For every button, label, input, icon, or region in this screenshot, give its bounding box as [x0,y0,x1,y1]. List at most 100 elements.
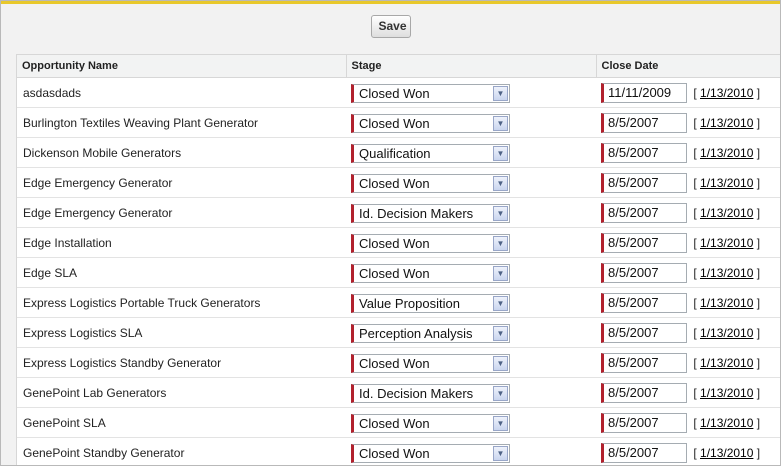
opportunity-name: asdasdads [23,85,82,100]
opportunity-name-cell: Burlington Textiles Weaving Plant Genera… [17,107,346,138]
today-date-link[interactable]: 1/13/2010 [700,326,753,340]
opportunity-name: Edge Emergency Generator [23,205,173,220]
today-date-link[interactable]: 1/13/2010 [700,446,753,460]
stage-select[interactable]: Id. Decision Makers ▼ [351,204,510,223]
stage-select[interactable]: Closed Won ▼ [351,174,510,193]
today-date-link[interactable]: 1/13/2010 [700,386,753,400]
close-date-input[interactable]: 8/5/2007 [601,382,687,403]
close-date-input[interactable]: 8/5/2007 [601,172,687,193]
close-date-cell: 8/5/2007 [ 1/13/2010 ] [596,197,780,228]
close-date-input[interactable]: 8/5/2007 [601,232,687,253]
today-date-link[interactable]: 1/13/2010 [700,116,753,130]
chevron-down-icon[interactable]: ▼ [493,116,508,131]
stage-select[interactable]: Qualification ▼ [351,144,510,163]
close-date-input[interactable]: 8/5/2007 [601,322,687,343]
today-date-picker: [ 1/13/2010 ] [693,445,761,460]
stage-select[interactable]: Closed Won ▼ [351,444,510,463]
today-date-link[interactable]: 1/13/2010 [700,146,753,160]
close-date-input[interactable]: 8/5/2007 [601,262,687,283]
table-row: GenePoint Standby Generator Closed Won ▼… [17,437,780,465]
table-row: GenePoint Lab Generators Id. Decision Ma… [17,377,780,408]
today-date-picker: [ 1/13/2010 ] [693,385,761,400]
save-button[interactable]: Save [370,14,411,38]
chevron-down-icon[interactable]: ▼ [493,266,508,281]
today-date-picker: [ 1/13/2010 ] [693,145,761,160]
table-row: Edge SLA Closed Won ▼ 8/5/2007 [ 1/13/20… [17,257,780,288]
close-date-value: 8/5/2007 [608,354,659,370]
stage-cell: Perception Analysis ▼ [346,317,596,348]
today-date-link[interactable]: 1/13/2010 [700,206,753,220]
stage-select[interactable]: Id. Decision Makers ▼ [351,384,510,403]
column-header-stage[interactable]: Stage [346,55,597,78]
chevron-down-icon[interactable]: ▼ [493,386,508,401]
close-date-input[interactable]: 8/5/2007 [601,112,687,133]
opportunity-name: Edge SLA [23,265,78,280]
button-bar: Save [1,4,780,46]
table-header-row: Opportunity Name Stage Close Date [17,55,780,78]
opportunity-name: Express Logistics Standby Generator [23,355,222,370]
chevron-down-icon[interactable]: ▼ [493,176,508,191]
close-date-cell: 8/5/2007 [ 1/13/2010 ] [596,107,780,138]
stage-select-value: Qualification [359,146,431,161]
chevron-down-icon[interactable]: ▼ [493,296,508,311]
today-date-picker: [ 1/13/2010 ] [693,115,761,130]
today-date-link[interactable]: 1/13/2010 [700,176,753,190]
close-date-input[interactable]: 8/5/2007 [601,202,687,223]
chevron-down-icon[interactable]: ▼ [493,326,508,341]
close-date-input[interactable]: 11/11/2009 [601,82,687,103]
close-date-cell: 8/5/2007 [ 1/13/2010 ] [596,347,780,378]
opportunity-name-cell: Express Logistics Standby Generator [17,347,346,378]
stage-cell: Closed Won ▼ [346,347,596,378]
stage-select[interactable]: Perception Analysis ▼ [351,324,510,343]
chevron-down-icon[interactable]: ▼ [493,416,508,431]
stage-select[interactable]: Closed Won ▼ [351,234,510,253]
close-date-value: 8/5/2007 [608,204,659,220]
opportunity-name: Edge Emergency Generator [23,175,173,190]
column-header-opportunity-name[interactable]: Opportunity Name [17,55,347,78]
today-date-link[interactable]: 1/13/2010 [700,266,753,280]
close-date-input[interactable]: 8/5/2007 [601,412,687,433]
stage-select-value: Perception Analysis [359,326,473,341]
stage-select[interactable]: Closed Won ▼ [351,264,510,283]
today-date-picker: [ 1/13/2010 ] [693,295,761,310]
stage-select[interactable]: Closed Won ▼ [351,354,510,373]
today-date-picker: [ 1/13/2010 ] [693,355,761,370]
chevron-down-icon[interactable]: ▼ [493,236,508,251]
close-date-cell: 11/11/2009 [ 1/13/2010 ] [596,77,780,108]
opportunity-name: Express Logistics Portable Truck Generat… [23,295,261,310]
today-date-link[interactable]: 1/13/2010 [700,236,753,250]
close-date-cell: 8/5/2007 [ 1/13/2010 ] [596,227,780,258]
today-date-link[interactable]: 1/13/2010 [700,86,753,100]
today-date-link[interactable]: 1/13/2010 [700,416,753,430]
close-date-input[interactable]: 8/5/2007 [601,292,687,313]
stage-cell: Closed Won ▼ [346,437,596,465]
stage-cell: Qualification ▼ [346,137,596,168]
stage-select[interactable]: Closed Won ▼ [351,114,510,133]
table-row: Express Logistics Standby Generator Clos… [17,347,780,378]
close-date-input[interactable]: 8/5/2007 [601,352,687,373]
stage-select-value: Closed Won [359,86,430,101]
stage-select-value: Value Proposition [359,296,460,311]
table-row: Edge Installation Closed Won ▼ 8/5/2007 … [17,227,780,258]
chevron-down-icon[interactable]: ▼ [493,446,508,461]
today-date-link[interactable]: 1/13/2010 [700,356,753,370]
close-date-value: 8/5/2007 [608,384,659,400]
stage-select[interactable]: Closed Won ▼ [351,84,510,103]
close-date-value: 8/5/2007 [608,324,659,340]
close-date-value: 8/5/2007 [608,174,659,190]
chevron-down-icon[interactable]: ▼ [493,86,508,101]
table-row: Express Logistics Portable Truck Generat… [17,287,780,318]
stage-cell: Closed Won ▼ [346,77,596,108]
stage-select[interactable]: Closed Won ▼ [351,414,510,433]
opportunity-name-cell: asdasdads [17,77,346,108]
close-date-cell: 8/5/2007 [ 1/13/2010 ] [596,287,780,318]
today-date-link[interactable]: 1/13/2010 [700,296,753,310]
close-date-input[interactable]: 8/5/2007 [601,442,687,463]
chevron-down-icon[interactable]: ▼ [493,206,508,221]
close-date-value: 8/5/2007 [608,414,659,430]
column-header-close-date[interactable]: Close Date [596,55,780,78]
stage-select[interactable]: Value Proposition ▼ [351,294,510,313]
chevron-down-icon[interactable]: ▼ [493,146,508,161]
chevron-down-icon[interactable]: ▼ [493,356,508,371]
close-date-input[interactable]: 8/5/2007 [601,142,687,163]
